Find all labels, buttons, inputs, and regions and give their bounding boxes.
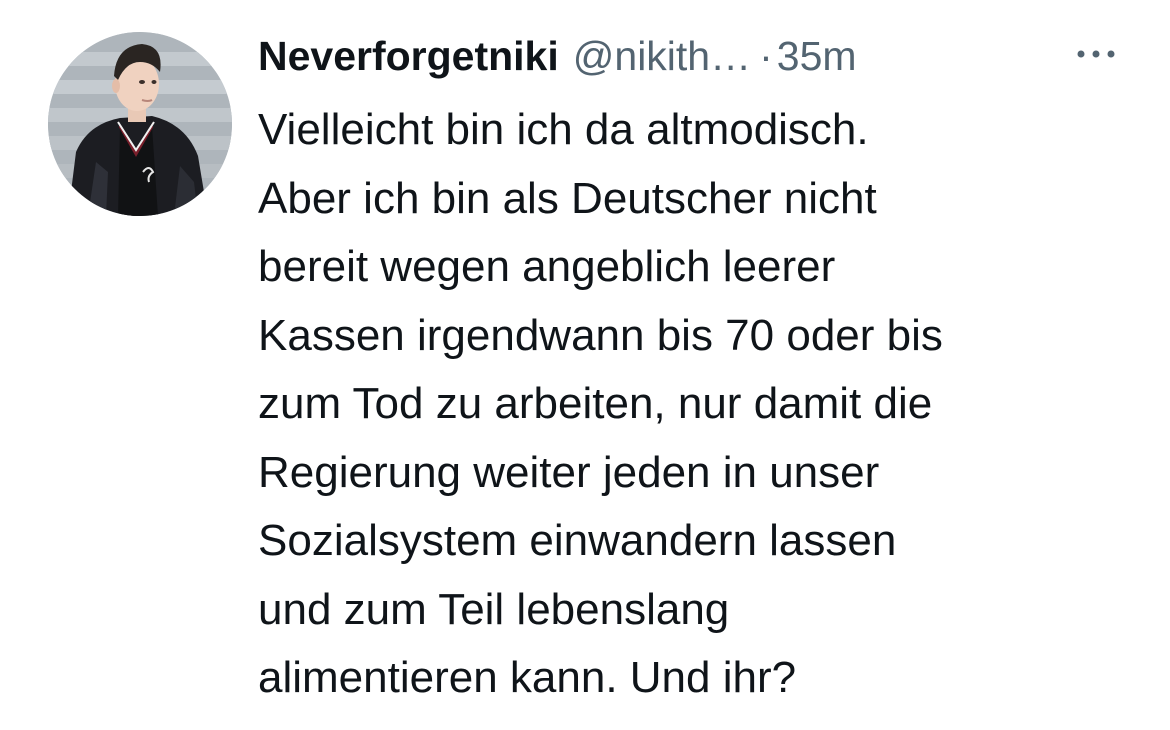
tweet: Neverforgetniki @nikith… · 35m Vielleich… [0,0,1170,730]
author-display-name[interactable]: Neverforgetniki [258,26,559,86]
more-horizontal-icon [1077,50,1115,58]
avatar-photo [48,32,232,216]
tweet-text-line: Regierung weiter jeden in unser [258,447,880,497]
tweet-text-line: Aber ich bin als Deutscher nicht [258,173,877,223]
tweet-header: Neverforgetniki @nikith… · 35m [258,26,857,86]
tweet-text-line: alimentieren kann. Und ihr? [258,653,797,702]
avatar[interactable] [48,32,232,216]
tweet-text-line: Vielleicht bin ich da altmodisch. [258,105,869,154]
tweet-text-line: bereit wegen angeblich leerer [258,242,836,291]
separator-dot: · [759,33,773,79]
tweet-text-line: Sozialsystem einwandern lassen [258,516,897,565]
tweet-text-line: und zum Teil lebenslang [258,584,730,634]
author-handle[interactable]: @nikith… [573,26,751,86]
tweet-timestamp[interactable]: 35m [777,26,857,86]
tweet-text: Vielleicht bin ich da altmodisch. Aber i… [258,96,1138,713]
more-options-button[interactable] [1066,36,1126,72]
tweet-text-line: Kassen irgendwann bis 70 oder bis [258,310,943,360]
tweet-text-line: zum Tod zu arbeiten, nur damit die [258,379,933,428]
